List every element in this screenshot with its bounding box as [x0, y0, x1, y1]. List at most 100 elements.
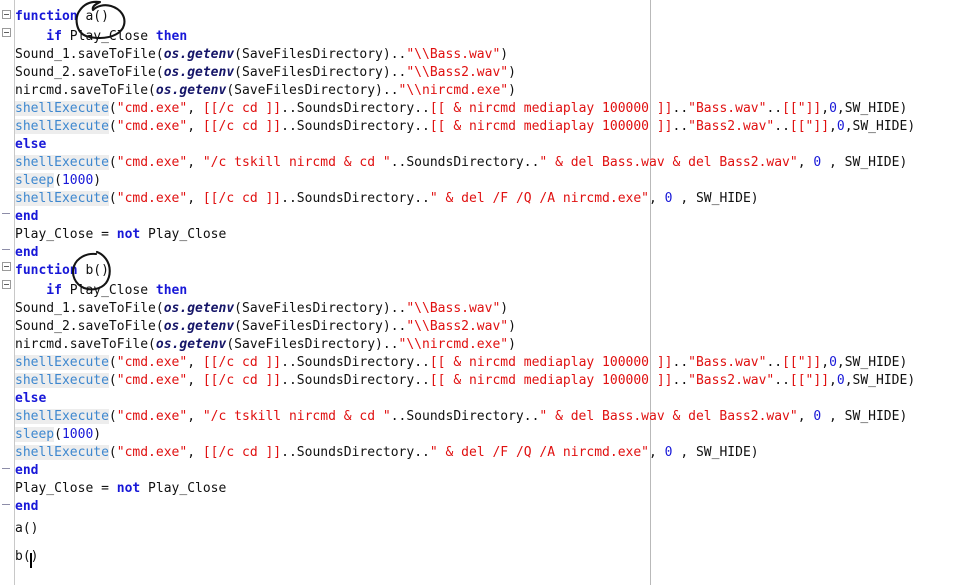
- code-line[interactable]: sleep(1000): [15, 172, 101, 190]
- code-token-pl: ..SoundsDirectory..: [281, 355, 430, 370]
- code-line[interactable]: shellExecute("cmd.exe", [[/c cd ]]..Soun…: [15, 190, 759, 208]
- text-caret: [30, 553, 32, 568]
- code-token-num: 0: [664, 445, 673, 460]
- code-token-pl: a(): [85, 9, 109, 24]
- code-line[interactable]: nircmd.saveToFile(os.getenv(SaveFilesDir…: [15, 336, 516, 354]
- code-token-str: "\\Bass.wav": [406, 301, 501, 316]
- code-token-kw: else: [15, 137, 47, 152]
- code-token-kw: end: [15, 463, 39, 478]
- code-line[interactable]: shellExecute("cmd.exe", [[/c cd ]]..Soun…: [15, 444, 759, 462]
- code-token-kw: not: [116, 227, 141, 242]
- code-line[interactable]: a(): [15, 520, 38, 538]
- code-line[interactable]: if Play_Close then: [15, 282, 187, 300]
- fold-function-b[interactable]: [2, 262, 11, 271]
- code-line[interactable]: end: [15, 244, 38, 262]
- code-line[interactable]: else: [15, 136, 46, 154]
- code-token-fn: shellExecute: [15, 373, 109, 388]
- code-token-pl: (SaveFilesDirectory)..: [234, 319, 407, 334]
- code-token-pl: Sound_2.saveToFile(: [15, 65, 164, 80]
- code-token-str: [[ & nircmd mediaplay 100000 ]]: [429, 355, 673, 370]
- code-token-lib: os.getenv: [163, 47, 235, 62]
- code-token-pl: (SaveFilesDirectory)..: [234, 301, 407, 316]
- code-token-fn: shellExecute: [15, 445, 109, 460]
- code-token-pl: ..: [672, 373, 689, 388]
- code-line[interactable]: Sound_2.saveToFile(os.getenv(SaveFilesDi…: [15, 64, 516, 82]
- code-token-pl: ,SW_HIDE): [844, 373, 916, 388]
- code-line[interactable]: nircmd.saveToFile(os.getenv(SaveFilesDir…: [15, 82, 516, 100]
- code-token-pl: ,: [187, 373, 203, 388]
- code-token-fn: shellExecute: [15, 409, 109, 424]
- code-token-pl: Play_Close: [140, 227, 227, 242]
- code-token-num: 0: [836, 119, 845, 134]
- code-token-lib: os.getenv: [163, 319, 235, 334]
- code-token-pl: (: [54, 173, 62, 188]
- code-line[interactable]: end: [15, 462, 38, 480]
- code-line[interactable]: shellExecute("cmd.exe", [[/c cd ]]..Soun…: [15, 354, 907, 372]
- code-line[interactable]: shellExecute("cmd.exe", "/c tskill nircm…: [15, 408, 907, 426]
- code-token-pl: (: [54, 427, 62, 442]
- code-token-str: " & del /F /Q /A nircmd.exe": [429, 445, 650, 460]
- code-token-fn: shellExecute: [15, 355, 109, 370]
- code-token-str: [[/c cd ]]: [202, 101, 282, 116]
- code-token-pl: ,: [829, 119, 837, 134]
- code-line[interactable]: Sound_2.saveToFile(os.getenv(SaveFilesDi…: [15, 318, 516, 336]
- code-token-pl: (SaveFilesDirectory)..: [234, 47, 407, 62]
- code-token-kw: if: [15, 283, 70, 298]
- code-token-pl: ,: [797, 409, 814, 424]
- folding-gutter[interactable]: [0, 0, 15, 585]
- code-token-pl: ,SW_HIDE): [844, 119, 916, 134]
- code-token-str: "\\Bass2.wav": [406, 319, 509, 334]
- code-token-pl: Play_Close: [69, 29, 156, 44]
- code-token-pl: Play_Close =: [15, 481, 117, 496]
- code-token-fn: shellExecute: [15, 119, 109, 134]
- code-line[interactable]: shellExecute("cmd.exe", [[/c cd ]]..Soun…: [15, 372, 915, 390]
- code-token-pl: ,SW_HIDE): [836, 101, 908, 116]
- code-token-pl: ): [508, 337, 516, 352]
- code-token-kw: then: [155, 29, 188, 44]
- code-token-pl: ..: [672, 119, 689, 134]
- code-token-pl: , SW_HIDE): [672, 445, 759, 460]
- code-line[interactable]: function b(): [15, 262, 109, 280]
- code-token-pl: ..: [766, 355, 783, 370]
- fold-function-a[interactable]: [2, 10, 11, 19]
- code-token-fn: sleep: [15, 427, 55, 442]
- code-token-num: 0: [829, 101, 837, 116]
- code-token-lib: os.getenv: [155, 337, 227, 352]
- code-line[interactable]: else: [15, 390, 46, 408]
- code-line[interactable]: Play_Close = not Play_Close: [15, 226, 226, 244]
- code-line[interactable]: end: [15, 208, 38, 226]
- code-line[interactable]: Sound_1.saveToFile(os.getenv(SaveFilesDi…: [15, 46, 508, 64]
- fold-end-function-a: [2, 249, 10, 250]
- fold-if-a[interactable]: [2, 28, 11, 37]
- code-line[interactable]: shellExecute("cmd.exe", [[/c cd ]]..Soun…: [15, 100, 907, 118]
- code-token-pl: (: [108, 355, 117, 370]
- code-line[interactable]: shellExecute("cmd.exe", "/c tskill nircm…: [15, 154, 907, 172]
- code-line[interactable]: if Play_Close then: [15, 28, 187, 46]
- code-token-pl: ,: [829, 373, 837, 388]
- code-line[interactable]: end: [15, 498, 38, 516]
- code-editor[interactable]: function a() if Play_Close then Sound_1.s…: [0, 0, 974, 585]
- code-token-pl: ): [508, 65, 516, 80]
- code-token-str: " & del /F /Q /A nircmd.exe": [429, 191, 650, 206]
- code-token-pl: ..: [766, 101, 783, 116]
- code-line[interactable]: Play_Close = not Play_Close: [15, 480, 226, 498]
- code-token-num: 0: [813, 155, 822, 170]
- code-token-str: [[/c cd ]]: [202, 445, 282, 460]
- code-token-pl: ,: [797, 155, 814, 170]
- code-line[interactable]: shellExecute("cmd.exe", [[/c cd ]]..Soun…: [15, 118, 915, 136]
- code-line[interactable]: b(): [15, 548, 38, 566]
- fold-if-b[interactable]: [2, 280, 11, 289]
- code-token-str: "\\Bass2.wav": [406, 65, 509, 80]
- code-token-pl: a(): [15, 521, 39, 536]
- code-token-pl: (: [108, 101, 117, 116]
- code-token-pl: nircmd.saveToFile(: [15, 337, 156, 352]
- code-token-num: 1000: [61, 173, 94, 188]
- code-line[interactable]: sleep(1000): [15, 426, 101, 444]
- code-line[interactable]: function a(): [15, 8, 109, 26]
- code-surface[interactable]: function a() if Play_Close then Sound_1.s…: [15, 0, 974, 585]
- code-line[interactable]: Sound_1.saveToFile(os.getenv(SaveFilesDi…: [15, 300, 508, 318]
- code-token-kw: not: [116, 481, 141, 496]
- code-token-pl: Play_Close: [140, 481, 227, 496]
- code-token-str: "cmd.exe": [116, 445, 188, 460]
- code-token-pl: ..SoundsDirectory..: [281, 445, 430, 460]
